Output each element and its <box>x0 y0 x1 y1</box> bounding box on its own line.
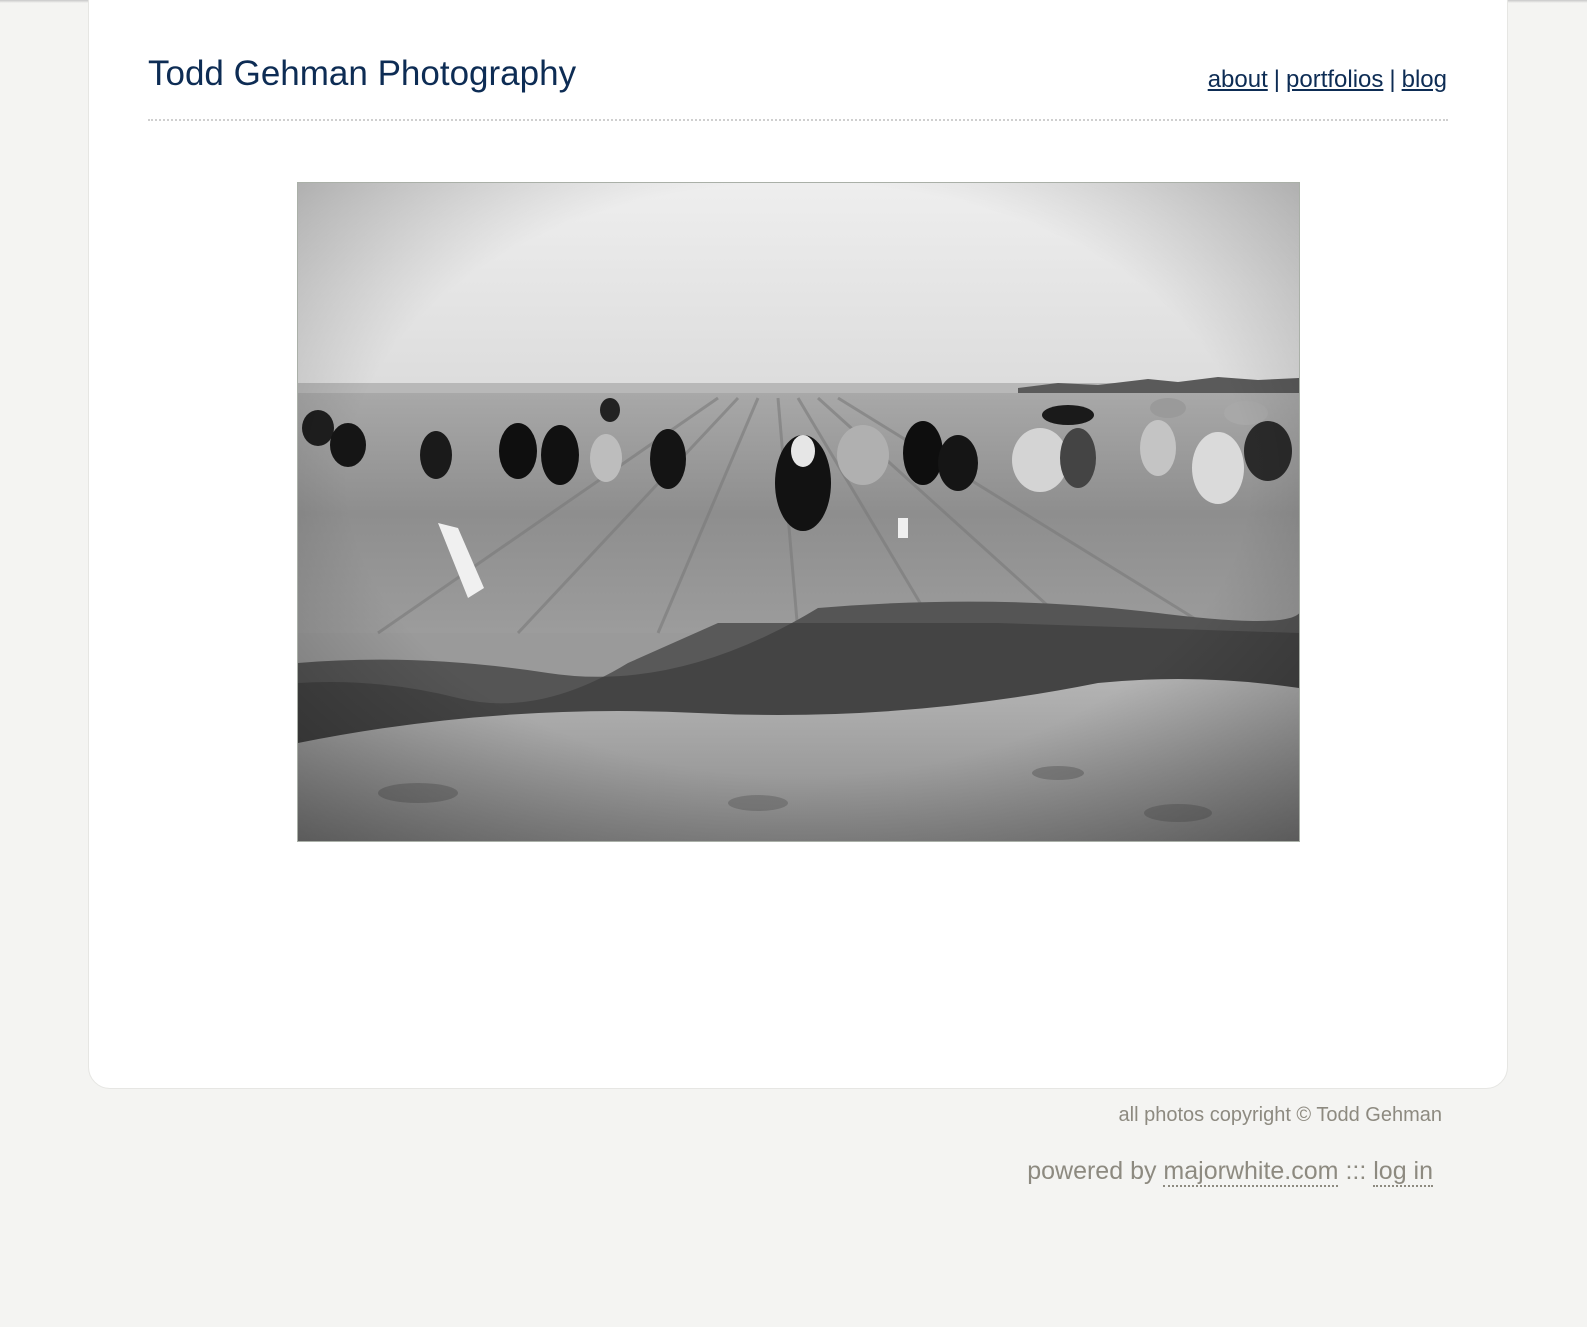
content-card: Todd Gehman Photography about | portfolios… <box>88 0 1508 1089</box>
site-title[interactable]: Todd Gehman Photography <box>148 54 576 94</box>
nav-link-blog[interactable]: blog <box>1402 66 1447 93</box>
footer-copyright: all photos copyright © Todd Gehman <box>1118 1104 1442 1126</box>
footer-separator: ::: <box>1345 1157 1367 1185</box>
nav-link-about[interactable]: about <box>1208 66 1268 93</box>
nav-separator: | <box>1273 66 1280 93</box>
majorwhite-link[interactable]: majorwhite.com <box>1163 1157 1339 1187</box>
featured-photo[interactable] <box>297 182 1300 842</box>
photo-image <box>298 183 1299 841</box>
main-nav: about | portfolios | blog <box>1208 66 1447 94</box>
nav-separator: | <box>1389 66 1396 93</box>
powered-by-text: powered by <box>1027 1157 1157 1185</box>
header-divider <box>148 119 1448 121</box>
nav-link-portfolios[interactable]: portfolios <box>1286 66 1383 93</box>
footer-powered-by: powered by majorwhite.com ::: log in <box>1027 1157 1433 1187</box>
login-link[interactable]: log in <box>1373 1157 1433 1187</box>
